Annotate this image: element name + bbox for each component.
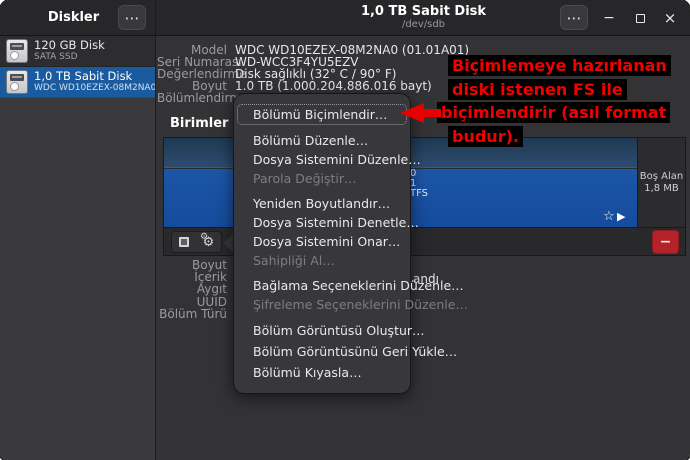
menu-item-take-ownership: Sahipliği Al… xyxy=(234,251,410,270)
menu-item-restore-partition-image[interactable]: Bölüm Görüntüsünü Geri Yükle… xyxy=(234,341,410,362)
minimize-icon: − xyxy=(603,10,615,26)
disk-item-subtitle: WDC WD10EZEX-08M2NA0 xyxy=(34,83,155,94)
annotation-line: biçimlendirir (asıl format xyxy=(437,102,670,123)
menu-item-edit-mount-options[interactable]: Bağlama Seçeneklerini Düzenle… xyxy=(234,276,410,295)
menu-item-edit-partition[interactable]: Bölümü Düzenle… xyxy=(234,131,410,150)
disk-list: 120 GB Disk SATA SSD 1,0 TB Sabit Disk W… xyxy=(0,36,155,98)
menu-item-resize[interactable]: Yeniden Boyutlandır… xyxy=(234,194,410,213)
disk-icon xyxy=(6,70,28,94)
detail-label: Bölümlendirme xyxy=(157,92,227,105)
mounted-play-icon: ▶ xyxy=(617,210,625,223)
more-icon: ⋯ xyxy=(567,9,582,27)
unmount-button[interactable] xyxy=(171,231,197,253)
partition-label-fragment: TFS xyxy=(410,189,428,199)
annotation-line: Biçimlemeye hazırlanan xyxy=(448,55,671,76)
headerbar: Diskler ⋯ 1,0 TB Sabit Disk /dev/sdb ⋯ −… xyxy=(0,0,690,36)
disk-item-text: 120 GB Disk SATA SSD xyxy=(34,39,105,63)
sidebar-menu-button[interactable]: ⋯ xyxy=(118,5,146,30)
disk-list-sidebar: 120 GB Disk SATA SSD 1,0 TB Sabit Disk W… xyxy=(0,36,156,460)
disk-item-text: 1,0 TB Sabit Disk WDC WD10EZEX-08M2NA0 xyxy=(34,70,155,94)
menu-item-create-partition-image[interactable]: Bölüm Görüntüsü Oluştur… xyxy=(234,320,410,341)
disk-item-subtitle: SATA SSD xyxy=(34,52,105,63)
annotation-arrow-shaft xyxy=(421,109,441,117)
maximize-icon xyxy=(636,14,645,23)
drive-menu-button[interactable]: ⋯ xyxy=(560,5,588,30)
annotation-line: budur). xyxy=(448,126,523,147)
menu-item-change-passphrase: Parola Değiştir… xyxy=(234,169,410,188)
free-space-block[interactable]: Boş Alan 1,8 MB xyxy=(637,138,685,227)
volumes-section-title: Birimler xyxy=(170,116,228,131)
window-subtitle: /dev/sdb xyxy=(402,19,445,31)
free-space-size: 1,8 MB xyxy=(644,183,679,195)
partition-context-menu: Bölümü Biçimlendir… Bölümü Düzenle… Dosy… xyxy=(233,93,411,394)
menu-item-check-filesystem[interactable]: Dosya Sistemini Denetle… xyxy=(234,213,410,232)
close-icon: × xyxy=(664,9,677,27)
gear-small-icon: ⚙ xyxy=(200,233,208,242)
window-title: 1,0 TB Sabit Disk xyxy=(361,4,486,19)
maximize-button[interactable] xyxy=(628,6,652,30)
detail-row-partitioning: Bölümlendirme xyxy=(157,92,235,105)
menu-item-edit-filesystem[interactable]: Dosya Sistemini Düzenle… xyxy=(234,150,410,169)
partition-menu-button[interactable]: ⚙ ⚙ xyxy=(196,231,222,253)
partition-detail-row-type: Bölüm Türü N xyxy=(157,308,244,321)
disk-item-title: 1,0 TB Sabit Disk xyxy=(34,70,155,83)
unmount-square-icon xyxy=(179,237,189,247)
detail-value: 1.0 TB (1.000.204.886.016 bayt) xyxy=(235,80,432,93)
more-icon: ⋯ xyxy=(125,9,140,27)
gnome-disks-window: Diskler ⋯ 1,0 TB Sabit Disk /dev/sdb ⋯ −… xyxy=(0,0,690,460)
disk-item-title: 120 GB Disk xyxy=(34,39,105,52)
delete-partition-button[interactable]: − xyxy=(652,230,679,254)
menu-item-repair-filesystem[interactable]: Dosya Sistemini Onar… xyxy=(234,232,410,251)
close-button[interactable]: × xyxy=(658,6,682,30)
menu-item-format-partition[interactable]: Bölümü Biçimlendir… xyxy=(237,104,407,125)
menu-item-edit-encryption-options: Şifreleme Seçeneklerini Düzenle… xyxy=(234,295,410,314)
menu-item-benchmark-partition[interactable]: Bölümü Kıyasla… xyxy=(234,362,410,383)
detail-label: Bölüm Türü xyxy=(157,308,227,321)
minimize-button[interactable]: − xyxy=(597,6,621,30)
sidebar-title: Diskler xyxy=(48,10,99,25)
minus-icon: − xyxy=(660,234,672,250)
disk-list-item-120gb[interactable]: 120 GB Disk SATA SSD xyxy=(0,36,155,67)
star-icon: ☆ xyxy=(603,209,615,224)
disk-list-item-1tb[interactable]: 1,0 TB Sabit Disk WDC WD10EZEX-08M2NA0 xyxy=(0,67,155,98)
disk-icon xyxy=(6,39,28,63)
free-space-label: Boş Alan xyxy=(640,171,683,183)
annotation-line: diski istenen FS ile xyxy=(448,79,627,100)
